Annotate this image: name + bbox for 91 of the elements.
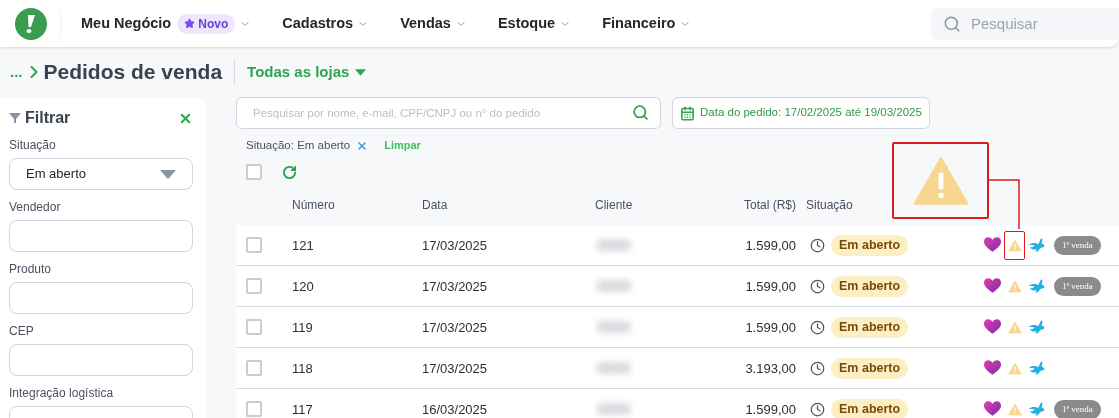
table-cell-text: 119 — [292, 318, 314, 337]
nav-menu-item[interactable]: Estoque — [497, 12, 572, 35]
heart-icon — [984, 237, 1001, 254]
table-cell-text: 16/03/2025 — [422, 400, 489, 418]
column-header[interactable]: Situação — [806, 195, 853, 214]
clock-icon — [810, 278, 825, 294]
clock-icon — [810, 360, 825, 376]
status-select[interactable]: Em aberto — [9, 158, 193, 190]
blurred-text-placeholder — [597, 280, 631, 293]
search-field[interactable]: Pesquisar — [931, 7, 1119, 40]
logo-icon[interactable] — [14, 7, 47, 40]
nav-menu-item[interactable]: Cadastros — [282, 12, 370, 35]
table-cell-text: 121 — [292, 236, 315, 255]
table-row[interactable]: 119 17/03/2025 1.599,00 Em aberto — [236, 307, 1119, 349]
warning-icon — [1007, 361, 1022, 375]
search-icon — [943, 14, 961, 33]
filter-icon — [9, 113, 21, 123]
clock-icon — [810, 401, 825, 417]
checkbox[interactable] — [246, 401, 262, 418]
clock-icon — [810, 319, 825, 335]
refresh-icon[interactable] — [282, 164, 297, 180]
warning-icon — [1007, 402, 1022, 416]
checkbox[interactable] — [246, 237, 262, 254]
table-row[interactable]: 117 16/03/2025 1.599,00 Em aberto 1ª venda — [236, 389, 1119, 418]
caret-icon — [160, 169, 176, 179]
order-search-field[interactable]: Pesquisar por nome, e-mail, CPF/CNPJ ou n° do pedido — [236, 97, 661, 129]
first-sale-badge: 1ª venda — [1054, 235, 1101, 255]
table-cell-text: 117 — [292, 400, 314, 418]
table-cell-text: 120 — [292, 277, 315, 296]
status-badge: Em aberto — [831, 234, 909, 256]
table-cell-text: 1.599,00 — [744, 236, 796, 255]
input-field[interactable] — [9, 220, 193, 252]
input-field[interactable] — [9, 344, 193, 376]
heart-icon — [984, 319, 1001, 336]
table-cell-text: 17/03/2025 — [422, 318, 489, 337]
checkbox[interactable] — [246, 360, 262, 377]
clock-icon — [810, 237, 825, 253]
heart-icon — [984, 401, 1001, 418]
checkbox[interactable] — [246, 278, 262, 295]
status-badge: Em aberto — [831, 275, 909, 297]
heart-icon — [984, 278, 1001, 295]
nav-menu-item[interactable]: Meu Negócio Novo — [81, 12, 252, 35]
column-header[interactable]: Data — [422, 195, 595, 214]
checkbox[interactable] — [246, 319, 262, 336]
date-filter-button[interactable]: Data do pedido: 17/02/2025 até 19/03/2025 — [672, 97, 930, 129]
table-cell-text: 1.599,00 — [744, 277, 796, 296]
page-title: Pedidos de venda — [43, 59, 223, 86]
table-row[interactable]: 120 17/03/2025 1.599,00 Em aberto 1ª venda — [236, 266, 1119, 308]
table-cell-text: 17/03/2025 — [422, 277, 489, 296]
calendar-icon — [680, 105, 695, 121]
table-cell-text: 118 — [292, 359, 314, 378]
status-badge: Em aberto — [831, 357, 909, 379]
heart-icon — [984, 360, 1001, 377]
table-cell-text: 17/03/2025 — [422, 359, 489, 378]
column-header[interactable]: Total (R$) — [705, 195, 796, 214]
field-label: Vendedor — [9, 200, 62, 214]
field-label: CEP — [9, 324, 35, 338]
blurred-text-placeholder — [597, 321, 631, 334]
star-icon — [184, 18, 196, 29]
nav-menu-item[interactable]: Vendas — [400, 12, 467, 35]
blurred-text-placeholder — [597, 403, 631, 416]
table-cell-text: 3.193,00 — [744, 359, 796, 378]
new-badge: Novo — [177, 13, 236, 34]
field-label: Integração logística — [9, 386, 115, 400]
search-icon — [632, 104, 649, 121]
table-row[interactable]: 121 17/03/2025 1.599,00 Em aberto 1ª venda — [236, 225, 1119, 267]
warning-icon — [1007, 238, 1022, 252]
warning-icon — [1007, 320, 1022, 334]
column-header[interactable]: Número — [292, 195, 422, 214]
status-badge: Em aberto — [831, 316, 909, 338]
status-badge: Em aberto — [831, 398, 909, 418]
field-label: Produto — [9, 262, 53, 276]
remove-icon[interactable] — [356, 139, 369, 152]
warning-icon — [911, 155, 970, 206]
checkbox[interactable] — [246, 164, 262, 181]
input-field[interactable] — [9, 282, 193, 314]
blurred-text-placeholder — [597, 239, 631, 252]
first-sale-badge: 1ª venda — [1054, 276, 1101, 296]
filter-title: Filtrar — [25, 108, 71, 128]
table-cell-text: 1.599,00 — [744, 318, 796, 337]
nav-menu-item[interactable]: Financeiro — [602, 12, 692, 35]
first-sale-badge: 1ª venda — [1054, 399, 1101, 418]
blurred-text-placeholder — [597, 362, 631, 375]
table-cell-text: 17/03/2025 — [422, 236, 489, 255]
field-label: Situação — [9, 138, 57, 152]
table-cell-text: 1.599,00 — [744, 400, 796, 418]
column-header[interactable]: Cliente — [595, 195, 705, 214]
warning-icon — [1007, 279, 1022, 293]
table-row[interactable]: 118 17/03/2025 3.193,00 Em aberto — [236, 348, 1119, 390]
active-filter-label: Situação: Em aberto — [246, 138, 351, 153]
caret-icon — [355, 68, 367, 76]
